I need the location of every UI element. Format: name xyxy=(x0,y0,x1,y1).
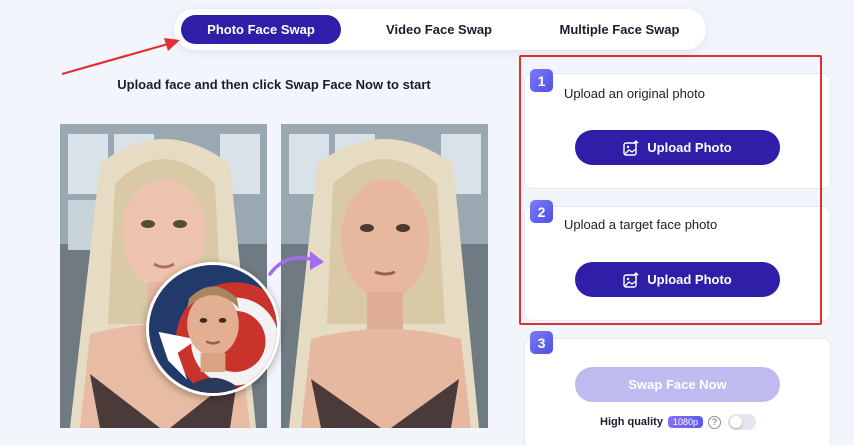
tab-multiple-face-swap[interactable]: Multiple Face Swap xyxy=(537,15,702,44)
step-1-number-badge: 1 xyxy=(530,69,553,92)
upload-original-photo-button[interactable]: Upload Photo xyxy=(575,130,780,165)
high-quality-label: High quality xyxy=(600,416,663,428)
high-quality-toggle[interactable] xyxy=(727,414,756,430)
toggle-knob xyxy=(729,416,742,428)
tab-video-face-swap[interactable]: Video Face Swap xyxy=(364,15,514,44)
step-2-number-badge: 2 xyxy=(530,200,553,223)
target-face-photo-example xyxy=(146,262,280,396)
curved-arrow-icon xyxy=(268,251,324,276)
upload-target-face-button[interactable]: Upload Photo xyxy=(575,262,780,297)
image-upload-icon xyxy=(623,271,639,288)
annotation-arrow-icon xyxy=(61,38,180,76)
step-2-label: Upload a target face photo xyxy=(564,217,718,232)
upload-button-label: Upload Photo xyxy=(647,272,732,287)
help-icon[interactable]: ? xyxy=(707,415,721,429)
instruction-text: Upload face and then click Swap Face Now… xyxy=(117,77,431,92)
upload-button-label: Upload Photo xyxy=(647,140,732,155)
step-3-number-badge: 3 xyxy=(530,331,553,354)
high-quality-row: High quality 1080p ? xyxy=(600,413,756,431)
step-1-label: Upload an original photo xyxy=(564,86,705,101)
swap-face-now-button[interactable]: Swap Face Now xyxy=(575,367,780,402)
tab-photo-face-swap[interactable]: Photo Face Swap xyxy=(181,15,341,44)
image-upload-icon xyxy=(623,139,639,156)
face-swap-mode-tabs: Photo Face Swap Video Face Swap Multiple… xyxy=(174,9,706,50)
resolution-badge: 1080p xyxy=(667,416,703,428)
